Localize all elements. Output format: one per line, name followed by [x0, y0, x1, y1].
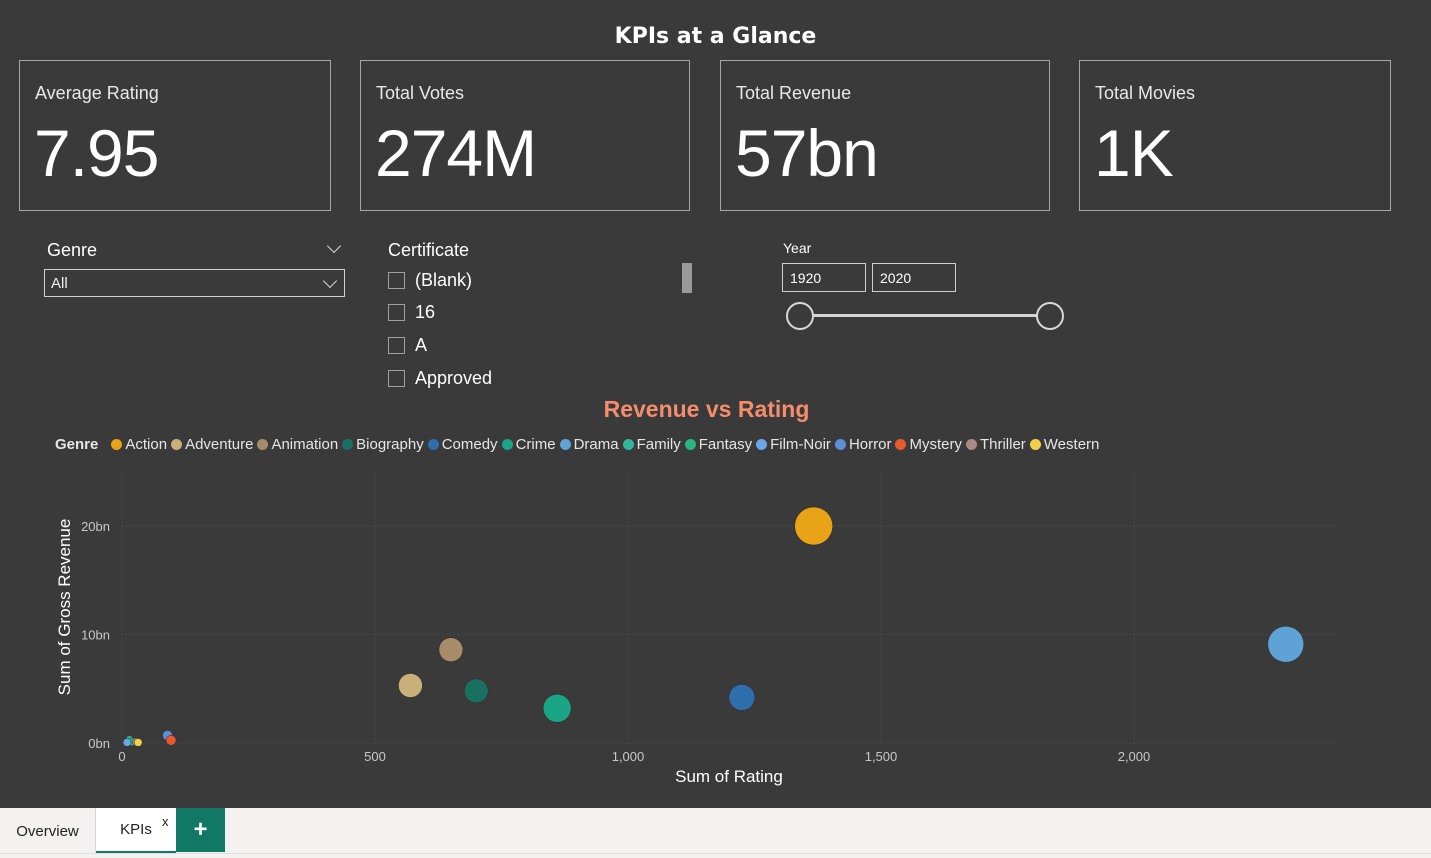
point-comedy[interactable] [728, 684, 756, 711]
x-tick-label: 2,000 [1118, 749, 1151, 764]
tab-overview[interactable]: Overview [0, 808, 96, 854]
point-adventure[interactable] [398, 673, 423, 698]
point-animation[interactable] [438, 637, 464, 662]
point-crime[interactable] [542, 694, 572, 723]
x-tick-label: 500 [364, 749, 386, 764]
page-tab-bar: Overview KPIs x + [0, 808, 1431, 858]
point-film-noir[interactable] [122, 738, 132, 747]
tab-label: KPIs [120, 821, 152, 838]
divider [0, 853, 1431, 854]
point-biography[interactable] [463, 678, 489, 704]
close-icon[interactable]: x [162, 814, 169, 829]
y-tick-label: 10bn [81, 628, 110, 643]
plus-icon: + [193, 816, 208, 843]
point-drama[interactable] [1267, 626, 1305, 663]
x-tick-label: 1,000 [612, 749, 645, 764]
y-tick-label: 20bn [81, 519, 110, 534]
y-tick-label: 0bn [88, 736, 110, 751]
x-axis-title: Sum of Rating [675, 767, 783, 786]
point-action[interactable] [794, 506, 833, 546]
add-page-button[interactable]: + [176, 808, 225, 852]
y-axis-title: Sum of Gross Revenue [55, 519, 74, 696]
x-tick-label: 0 [118, 749, 125, 764]
point-mystery[interactable] [165, 735, 177, 746]
x-tick-label: 1,500 [865, 749, 898, 764]
point-western[interactable] [133, 738, 143, 747]
scatter-chart: 0 500 1,000 1,500 2,000 0bn 10bn 20bn Sum of Rat… [55, 474, 1336, 786]
tab-label: Overview [16, 822, 79, 840]
report-canvas: KPIs at a Glance Average Rating 7.95 Tot… [0, 0, 1431, 808]
